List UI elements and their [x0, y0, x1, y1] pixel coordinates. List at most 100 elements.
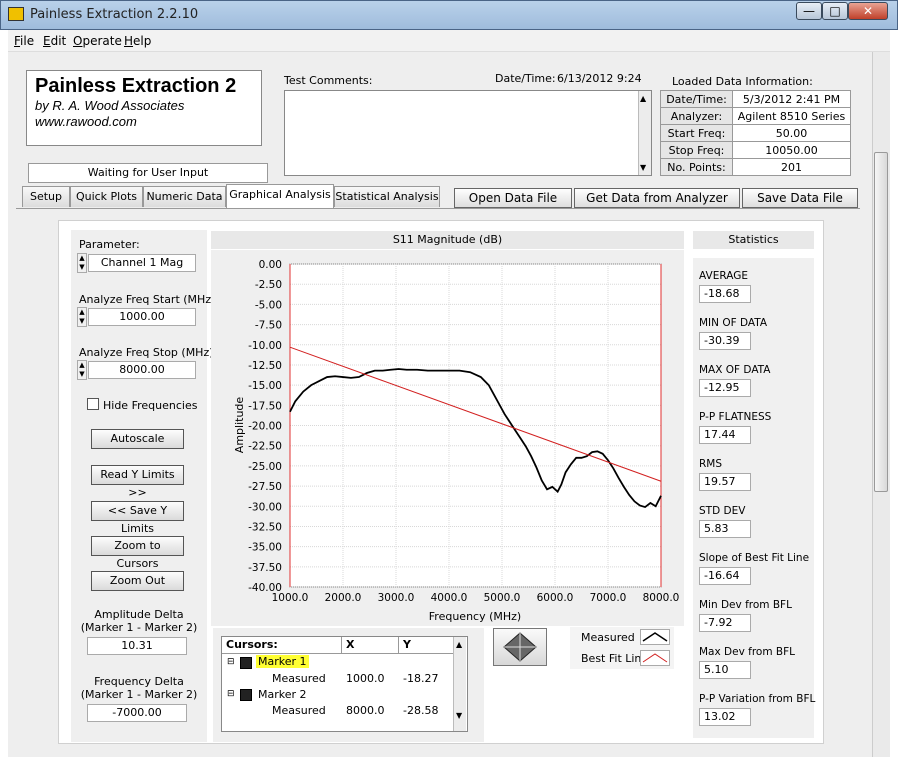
autoscale-button[interactable]: Autoscale [91, 429, 184, 449]
marker-1-label[interactable]: Marker 1 [256, 655, 309, 668]
start-freq-spinner[interactable]: ▲ ▼ [77, 307, 87, 327]
stat-value: 13.02 [699, 708, 751, 726]
window-scroll-thumb[interactable] [874, 152, 888, 492]
parameter-spinner[interactable]: ▲ ▼ [77, 253, 87, 273]
y-tick-label: -15.00 [248, 380, 282, 392]
close-button[interactable]: ✕ [848, 2, 888, 20]
zoom-to-cursors-button[interactable]: Zoom to Cursors [91, 536, 184, 570]
cursor-header-name: Cursors: [222, 637, 342, 654]
stat-label: Min Dev from BFL [699, 599, 792, 611]
datetime-label: Date/Time: [495, 72, 556, 85]
y-tick-label: -30.00 [248, 501, 282, 513]
scroll-down-icon[interactable]: ▼ [640, 163, 646, 172]
info-value: 201 [732, 158, 851, 176]
comments-textarea[interactable] [284, 90, 652, 176]
statistics-header: Statistics [693, 231, 814, 249]
x-tick-label: 4000.0 [431, 592, 468, 604]
tab-graphical-analysis[interactable]: Graphical Analysis [226, 184, 334, 208]
menu-edit[interactable]: Edit [43, 34, 66, 48]
stat-label: MAX OF DATA [699, 364, 771, 376]
zoom-out-button[interactable]: Zoom Out [91, 571, 184, 591]
brand-title: Painless Extraction 2 [35, 75, 237, 97]
stat-value: 19.57 [699, 473, 751, 491]
stop-freq-input[interactable]: 8000.00 [88, 361, 196, 379]
hide-frequencies-checkbox[interactable] [87, 398, 99, 410]
comments-label: Test Comments: [284, 74, 373, 87]
window-title: Painless Extraction 2.2.10 [30, 7, 199, 22]
info-key: Stop Freq: [660, 141, 733, 159]
stat-value: 5.83 [699, 520, 751, 538]
maximize-button[interactable]: □ [822, 2, 848, 20]
tab-setup[interactable]: Setup [22, 186, 70, 207]
x-tick-label: 7000.0 [590, 592, 627, 604]
stat-label: STD DEV [699, 505, 746, 517]
menu-edit-label: dit [50, 34, 67, 48]
stat-label: P-P FLATNESS [699, 411, 772, 423]
table-row: Date/Time: 5/3/2012 2:41 PM [660, 90, 851, 108]
marker-2-y: -28.58 [403, 704, 439, 717]
get-data-from-analyzer-button[interactable]: Get Data from Analyzer [574, 188, 740, 208]
x-tick-label: 8000.0 [643, 592, 680, 604]
s11-chart[interactable]: 0.00 -2.50 -5.00 -7.50 -10.00 -12.50 -15.00 -17… [211, 250, 684, 626]
marker-2-label[interactable]: Marker 2 [258, 688, 307, 701]
table-row: Stop Freq: 10050.00 [660, 141, 851, 159]
x-tick-label: 5000.0 [484, 592, 521, 604]
marker-2-icon [240, 689, 252, 701]
stat-label: Max Dev from BFL [699, 646, 796, 658]
legend-measured-swatch [640, 629, 670, 645]
minimize-button[interactable]: — [796, 2, 822, 20]
table-row: Analyzer: Agilent 8510 Series [660, 107, 851, 125]
tab-numeric-data[interactable]: Numeric Data [143, 186, 226, 207]
loaded-data-label: Loaded Data Information: [672, 75, 813, 88]
stat-value: 5.10 [699, 661, 751, 679]
y-tick-label: -22.50 [248, 441, 282, 453]
y-axis-label: Amplitude [233, 397, 246, 454]
y-tick-label: -10.00 [248, 340, 282, 352]
stat-label: RMS [699, 458, 723, 470]
y-tick-label: 0.00 [259, 259, 282, 271]
hide-frequencies-label: Hide Frequencies [103, 399, 198, 412]
marker-1-icon [240, 657, 252, 669]
loaded-data-table: Date/Time: 5/3/2012 2:41 PM Analyzer: Agil… [660, 90, 851, 176]
scroll-up-icon[interactable]: ▲ [640, 94, 646, 103]
amplitude-delta-label: Amplitude Delta [94, 608, 184, 621]
cursor-scroll-down-icon[interactable]: ▼ [456, 711, 462, 720]
parameter-label: Parameter: [79, 238, 140, 251]
stat-label: Slope of Best Fit Line [699, 552, 810, 564]
save-data-file-button[interactable]: Save Data File [742, 188, 858, 208]
y-tick-label: -12.50 [248, 360, 282, 372]
cursor-header-y: Y [399, 637, 454, 654]
legend-bestfit-swatch [640, 650, 670, 666]
cursor-scroll-up-icon[interactable]: ▲ [456, 640, 462, 649]
menu-help[interactable]: Help [124, 34, 151, 48]
open-data-file-button[interactable]: Open Data File [454, 188, 572, 208]
tab-quick-plots[interactable]: Quick Plots [70, 186, 143, 207]
stat-value: -12.95 [699, 379, 751, 397]
marker-1-series: Measured [272, 672, 326, 685]
table-row: Start Freq: 50.00 [660, 124, 851, 142]
info-key: Date/Time: [660, 90, 733, 108]
stop-freq-spinner[interactable]: ▲ ▼ [77, 360, 87, 380]
menu-help-label: elp [133, 34, 152, 48]
menu-file[interactable]: File [14, 34, 34, 48]
stat-label: P-P Variation from BFL [699, 693, 816, 705]
start-freq-label: Analyze Freq Start (MHz) [79, 293, 216, 306]
info-key: Analyzer: [660, 107, 733, 125]
menu-edit-hotkey: E [43, 34, 51, 48]
y-tick-label: -20.00 [248, 421, 282, 433]
collapse-icon[interactable]: ⊟ [227, 657, 235, 667]
start-freq-input[interactable]: 1000.00 [88, 308, 196, 326]
brand-url: www.rawood.com [35, 114, 137, 129]
amplitude-delta-sublabel: (Marker 1 - Marker 2) [80, 621, 198, 634]
menu-operate[interactable]: Operate [73, 34, 122, 48]
menu-operate-label: perate [82, 34, 122, 48]
tab-statistical-analysis[interactable]: Statistical Analysis [334, 186, 440, 207]
collapse-icon[interactable]: ⊟ [227, 689, 235, 699]
stop-freq-label: Analyze Freq Stop (MHz) [79, 346, 214, 359]
x-tick-label: 2000.0 [325, 592, 362, 604]
brand-author: by R. A. Wood Associates [35, 98, 185, 113]
save-y-limits-button[interactable]: << Save Y Limits [91, 501, 184, 535]
parameter-select[interactable]: Channel 1 Mag [88, 254, 196, 272]
read-y-limits-button[interactable]: Read Y Limits >> [91, 465, 184, 499]
cursor-move-pad[interactable] [493, 628, 547, 666]
